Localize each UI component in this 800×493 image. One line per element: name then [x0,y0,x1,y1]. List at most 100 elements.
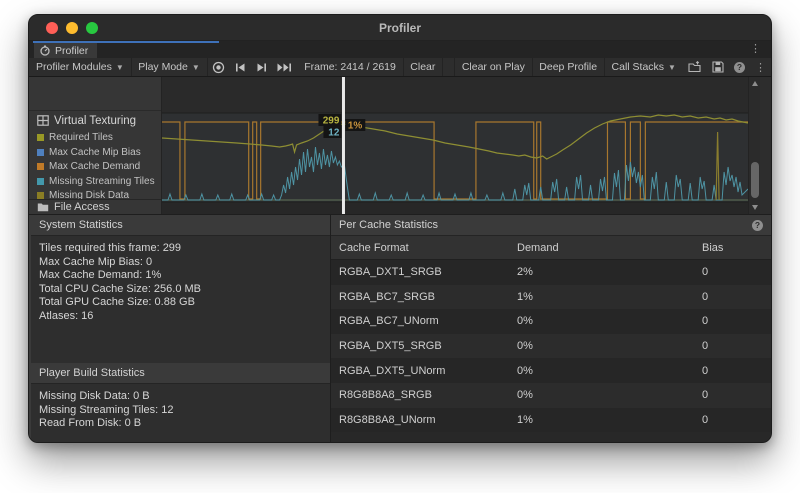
legend-item[interactable]: Required Tiles [37,132,155,143]
dock-menu-icon[interactable]: ⋮ [750,43,761,56]
close-window-button[interactable] [46,22,58,34]
legend-item[interactable]: Max Cache Demand [37,161,155,172]
next-frame-icon [256,63,267,72]
cell-demand: 0% [517,340,702,352]
load-folder-icon [688,61,702,73]
table-row[interactable]: R8G8B8A8_UNorm 1% 0 [331,408,771,433]
table-row[interactable]: RGBA_BC7_SRGB 1% 0 [331,285,771,310]
column-header-cache-format[interactable]: Cache Format [331,242,517,254]
call-stacks-dropdown[interactable]: Call Stacks ▼ [605,58,683,76]
module-file-access[interactable]: File Access [29,199,161,214]
deep-profile-label: Deep Profile [539,61,597,73]
marker-max-cache-demand-badge: 1% [345,119,365,132]
toolbar-menu-button[interactable]: ⋮ [750,58,771,76]
cell-bias: 0 [702,266,771,278]
frame-playhead[interactable] [342,77,345,214]
legend-item[interactable]: Max Cache Mip Bias [37,147,155,158]
play-mode-label: Play Mode [138,61,188,73]
legend-color-chip [37,178,44,185]
frame-counter-label: Frame: 2414 / 2619 [304,61,396,73]
statistics-panel: System Statistics Tiles required this fr… [29,215,331,442]
maximize-window-button[interactable] [86,22,98,34]
play-mode-dropdown[interactable]: Play Mode ▼ [131,58,207,76]
title-bar[interactable]: Profiler [29,15,771,41]
cell-demand: 1% [517,291,702,303]
stat-line: Total CPU Cache Size: 256.0 MB [39,283,322,297]
cell-cache-format: RGBA_DXT1_SRGB [331,266,517,278]
table-row[interactable]: RGBA_DXT1_SRGB 2% 0 [331,260,771,285]
kebab-menu-icon: ⋮ [755,61,766,74]
scroll-down-arrow-icon[interactable] [752,205,758,210]
cell-cache-format: R8G8B8A8_UNorm [331,414,517,426]
stat-line: Tiles required this frame: 299 [39,242,322,256]
call-stacks-label: Call Stacks [612,61,665,73]
tab-profiler[interactable]: Profiler [34,43,97,58]
stat-line: Atlases: 16 [39,310,322,324]
svg-text:1%: 1% [348,120,363,131]
legend-color-chip [37,134,44,141]
stat-line: Max Cache Demand: 1% [39,269,322,283]
chart-plot-background [162,113,748,202]
chart-canvas[interactable]: 299 12 1% [162,77,748,214]
current-frame-button[interactable] [272,58,297,76]
record-button[interactable] [207,58,230,76]
tab-bar: Profiler ⋮ [29,41,771,58]
legend-color-chip [37,192,44,199]
chart-upper-gutter [162,77,748,113]
cell-cache-format: R8G8B8A8_SRGB [331,389,517,401]
minimize-window-button[interactable] [66,22,78,34]
record-icon [212,61,225,74]
module-virtual-texturing[interactable]: Virtual Texturing [29,110,161,130]
clear-button[interactable]: Clear [403,58,442,76]
per-cache-statistics-panel: Per Cache Statistics ? Cache Format Dema… [331,215,771,442]
previous-frame-icon [235,63,246,72]
table-row[interactable]: RGBA_DXT5_SRGB 0% 0 [331,334,771,359]
legend-label: Required Tiles [49,132,113,143]
cell-bias: 0 [702,365,771,377]
deep-profile-toggle[interactable]: Deep Profile [532,58,604,76]
profiler-modules-dropdown[interactable]: Profiler Modules ▼ [29,58,131,76]
cell-bias: 0 [702,389,771,401]
chevron-down-icon: ▼ [192,63,200,72]
virtual-texturing-chart[interactable]: 299 12 1% [162,77,748,214]
table-row[interactable]: RGBA_BC7_UNorm 0% 0 [331,309,771,334]
help-icon[interactable]: ? [752,220,763,231]
cell-bias: 0 [702,291,771,303]
svg-text:299: 299 [323,115,340,126]
next-frame-button[interactable] [251,58,272,76]
column-header-bias[interactable]: Bias [702,242,771,254]
window-edge-strip [760,77,771,214]
tab-profiler-label: Profiler [55,45,88,57]
previous-frame-button[interactable] [230,58,251,76]
clear-on-play-label: Clear on Play [462,61,525,73]
cell-bias: 0 [702,315,771,327]
table-row[interactable]: RGBA_DXT5_UNorm 0% 0 [331,358,771,383]
clear-on-play-toggle[interactable]: Clear on Play [455,58,532,76]
clear-label: Clear [410,61,435,73]
chevron-down-icon: ▼ [668,63,676,72]
cell-cache-format: RGBA_DXT5_UNorm [331,365,517,377]
virtual-texturing-legend: Required Tiles Max Cache Mip Bias Max Ca… [37,132,155,201]
stat-line: Read From Disk: 0 B [39,417,322,431]
help-icon: ? [734,62,745,73]
last-frame-icon [277,63,292,72]
cell-demand: 0% [517,365,702,377]
chart-vertical-scrollbar[interactable] [748,77,760,214]
scroll-up-arrow-icon[interactable] [752,81,758,86]
file-access-title: File Access [54,201,110,213]
table-row[interactable]: R8G8B8A8_SRGB 0% 0 [331,383,771,408]
load-profile-button[interactable] [683,58,707,76]
legend-label: Max Cache Demand [49,161,140,172]
cell-cache-format: RGBA_BC7_UNorm [331,315,517,327]
cell-demand: 2% [517,266,702,278]
cell-bias: 0 [702,340,771,352]
scrollbar-thumb[interactable] [751,162,759,198]
save-profile-button[interactable] [707,58,729,76]
player-build-statistics-header: Player Build Statistics [31,363,330,384]
cell-cache-format: RGBA_BC7_SRGB [331,291,517,303]
column-header-demand[interactable]: Demand [517,242,702,254]
virtual-texturing-icon [37,115,49,126]
legend-item[interactable]: Missing Streaming Tiles [37,176,155,187]
file-access-chart-sliver [162,202,748,214]
help-button[interactable]: ? [729,58,750,76]
